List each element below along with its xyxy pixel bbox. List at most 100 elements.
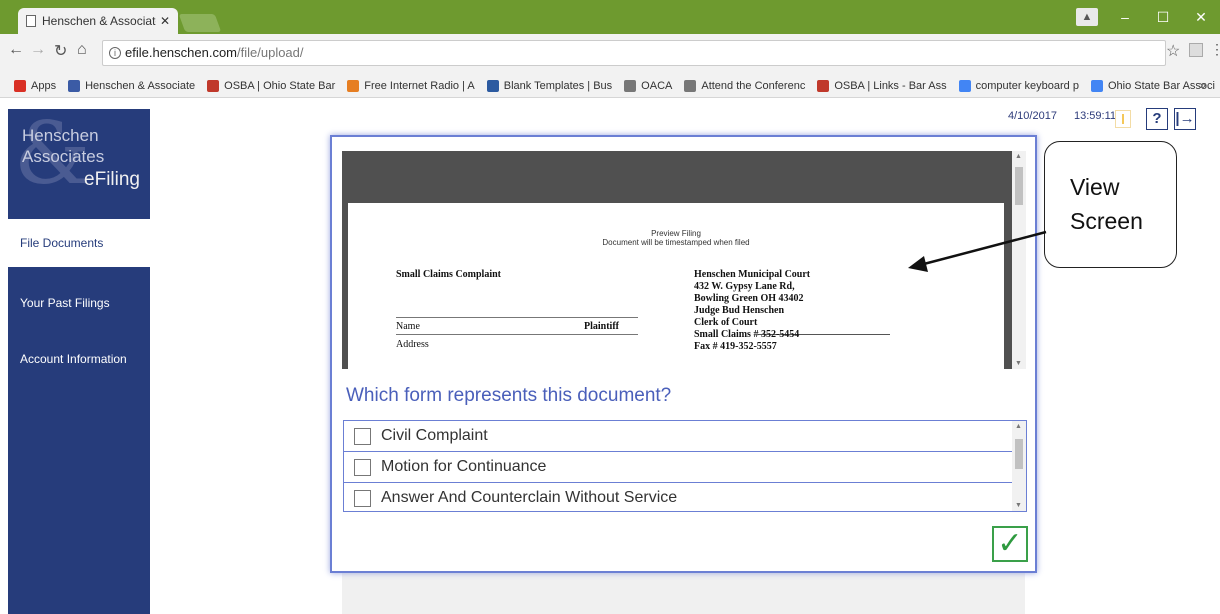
court-line: Bowling Green OH 43402 xyxy=(694,293,804,304)
browser-title-bar: Henschen & Associates e ✕ ▲ – ☐ ✕ xyxy=(0,0,1220,34)
logout-button[interactable]: |→ xyxy=(1174,108,1196,130)
back-arrow-icon[interactable]: ← xyxy=(8,41,24,59)
bookmark-item[interactable]: Apps xyxy=(14,79,57,92)
court-line: 432 W. Gypsy Lane Rd, xyxy=(694,281,795,292)
osba-favicon xyxy=(817,79,830,92)
scroll-thumb[interactable] xyxy=(1015,439,1023,469)
address-bar-row: ← → ↻ ⌂ i efile.henschen.com/file/upload… xyxy=(0,34,1220,74)
form-selection-modal: Preview Filing Document will be timestam… xyxy=(330,135,1037,573)
logo-line-efiling: eFiling xyxy=(84,169,140,190)
bookmark-item[interactable]: Attend the Conferenc xyxy=(684,79,806,92)
url-host: efile.henschen.com xyxy=(125,45,238,60)
form-option[interactable]: Answer And Counterclain Without Service xyxy=(344,483,1012,511)
info-icon[interactable]: i xyxy=(109,47,121,59)
window-controls: ▲ – ☐ ✕ xyxy=(1076,0,1220,34)
extension-icon[interactable] xyxy=(1189,43,1203,57)
page-icon xyxy=(624,79,637,92)
sidebar-item-file-documents[interactable]: File Documents xyxy=(8,219,150,267)
browser-menu-icon[interactable]: ⋮ xyxy=(1210,41,1220,58)
logo-line-associates: Associates xyxy=(22,147,105,166)
bookmarks-bar: Apps Henschen & Associate OSBA | Ohio Stat… xyxy=(0,74,1220,98)
document-preview[interactable]: Preview Filing Document will be timestam… xyxy=(342,151,1026,369)
scroll-up-icon[interactable]: ▲ xyxy=(1015,153,1022,160)
url-path: /file/upload/ xyxy=(237,45,304,60)
maximize-button[interactable]: ☐ xyxy=(1144,9,1182,26)
henschen-favicon xyxy=(68,79,81,92)
bookmark-star-icon[interactable]: ☆ xyxy=(1166,41,1180,61)
bookmark-label: Henschen & Associate xyxy=(85,79,196,92)
bookmark-item[interactable]: Ohio State Bar Associ xyxy=(1090,79,1215,92)
court-line: Clerk of Court xyxy=(694,317,758,328)
address-label: Address xyxy=(396,339,429,350)
reload-icon[interactable]: ↻ xyxy=(54,41,67,61)
status-time: 13:59:11 xyxy=(1074,110,1117,122)
form-option-checkbox[interactable] xyxy=(354,427,371,445)
bookmark-label: Free Internet Radio | A xyxy=(364,79,475,92)
form-option-label: Motion for Continuance xyxy=(381,458,547,475)
close-window-button[interactable]: ✕ xyxy=(1182,9,1220,26)
form-option-checkbox[interactable] xyxy=(354,489,371,507)
henschen-logo: & Henschen Associates eFiling xyxy=(8,109,150,219)
bookmark-label: Attend the Conferenc xyxy=(701,79,806,92)
bookmark-label: Blank Templates | Bus xyxy=(503,79,613,92)
address-rule xyxy=(396,334,638,335)
scroll-down-icon[interactable]: ▼ xyxy=(1015,502,1022,509)
bookmark-item[interactable]: OSBA | Links - Bar Ass xyxy=(817,79,947,92)
court-line: Judge Bud Henschen xyxy=(694,305,785,316)
form-option-label: Civil Complaint xyxy=(381,427,488,444)
view-screen-callout: View Screen xyxy=(1044,141,1177,268)
help-button[interactable]: ? xyxy=(1146,108,1168,130)
name-label: Name xyxy=(396,321,420,332)
apps-grid-icon xyxy=(14,79,26,92)
bookmark-item[interactable]: Henschen & Associate xyxy=(68,79,196,92)
court-line: Fax # 419-352-5557 xyxy=(694,341,777,352)
form-option[interactable]: Civil Complaint xyxy=(344,421,1012,452)
bookmark-label: OACA xyxy=(641,79,673,92)
sidebar-item-account-information[interactable]: Account Information xyxy=(8,335,150,383)
preview-page: Preview Filing Document will be timestam… xyxy=(348,203,1004,369)
confirm-button[interactable]: ✓ xyxy=(992,526,1028,562)
scroll-thumb[interactable] xyxy=(1015,167,1023,205)
name-rule xyxy=(396,317,638,318)
alert-icon[interactable] xyxy=(1115,110,1131,128)
home-icon[interactable]: ⌂ xyxy=(77,41,87,59)
url-input[interactable]: i efile.henschen.com/file/upload/ xyxy=(102,40,1166,66)
preview-title: Preview Filing xyxy=(651,229,701,238)
preview-subtitle: Document will be timestamped when filed xyxy=(602,238,750,247)
logo-line-henschen: Henschen xyxy=(22,126,99,145)
bookmarks-overflow-button[interactable]: » xyxy=(1199,78,1206,92)
bookmark-item[interactable]: Blank Templates | Bus xyxy=(486,79,613,92)
bookmark-item[interactable]: OSBA | Ohio State Bar xyxy=(207,79,336,92)
osba-favicon xyxy=(207,79,220,92)
callout-line-2: Screen xyxy=(1070,208,1143,234)
preview-scrollbar[interactable]: ▲ ▼ xyxy=(1012,151,1026,369)
browser-tab[interactable]: Henschen & Associates e ✕ xyxy=(18,8,178,34)
scroll-down-icon[interactable]: ▼ xyxy=(1015,360,1022,367)
google-icon xyxy=(1090,79,1103,92)
court-line: Henschen Municipal Court xyxy=(694,269,811,280)
bookmark-label: Apps xyxy=(31,79,57,92)
sidebar-item-past-filings[interactable]: Your Past Filings xyxy=(8,279,150,327)
form-option[interactable]: Motion for Continuance xyxy=(344,452,1012,483)
form-question: Which form represents this document? xyxy=(346,385,672,406)
minimize-button[interactable]: – xyxy=(1106,9,1144,25)
new-tab-button[interactable] xyxy=(178,14,222,32)
callout-line-1: View xyxy=(1070,174,1120,200)
tab-close-icon[interactable]: ✕ xyxy=(160,14,170,28)
status-date: 4/10/2017 xyxy=(1008,110,1057,122)
page-icon xyxy=(684,79,697,92)
page-icon xyxy=(26,15,36,27)
form-option-label: Answer And Counterclain Without Service xyxy=(381,489,678,506)
form-option-checkbox[interactable] xyxy=(354,458,371,476)
scroll-up-icon[interactable]: ▲ xyxy=(1015,423,1022,430)
bookmark-label: computer keyboard p xyxy=(975,79,1079,92)
forward-arrow-icon[interactable]: → xyxy=(30,41,46,59)
profile-icon[interactable]: ▲ xyxy=(1076,8,1098,26)
plaintiff-label: Plaintiff xyxy=(584,321,619,332)
bookmark-label: OSBA | Ohio State Bar xyxy=(224,79,336,92)
bookmark-item[interactable]: Free Internet Radio | A xyxy=(347,79,475,92)
form-list-scrollbar[interactable]: ▲ ▼ xyxy=(1012,421,1026,511)
bookmark-item[interactable]: OACA xyxy=(624,79,673,92)
bookmark-label: OSBA | Links - Bar Ass xyxy=(834,79,947,92)
bookmark-item[interactable]: computer keyboard p xyxy=(958,79,1079,92)
